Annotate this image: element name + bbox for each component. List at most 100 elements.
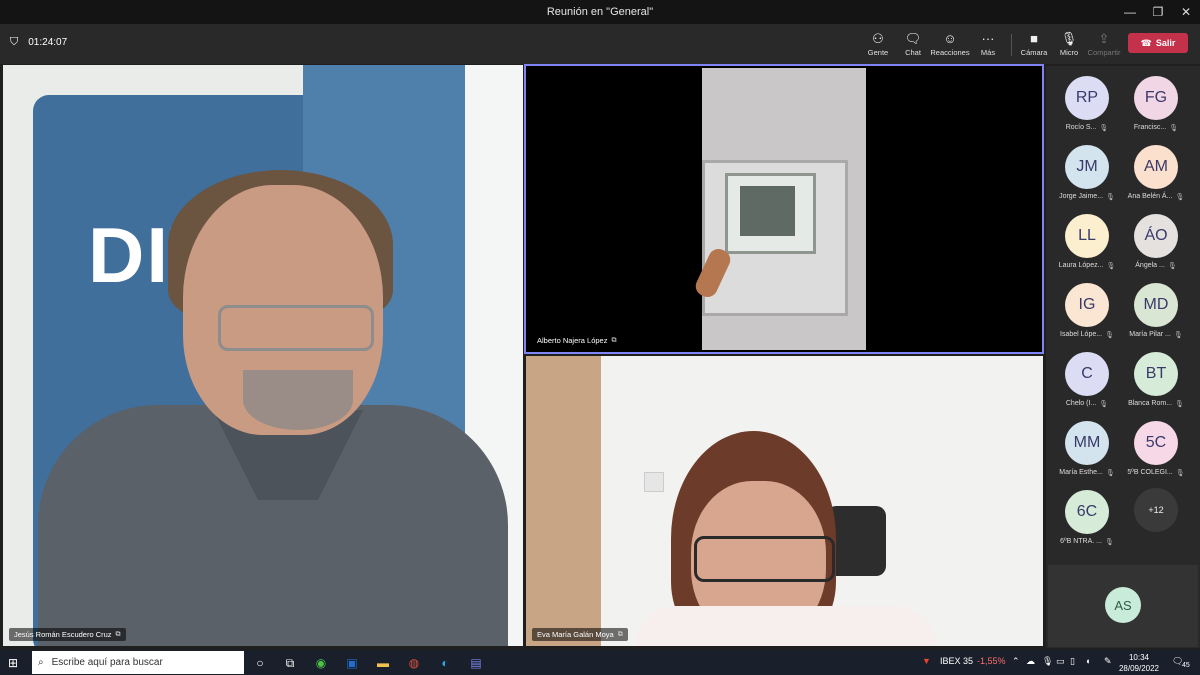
participant-avatar: RP: [1065, 76, 1109, 120]
participant-item[interactable]: C Chelo (I... 🎙: [1054, 352, 1120, 408]
more-button[interactable]: ··· Más: [968, 30, 1008, 57]
camera-tray-icon[interactable]: ▭: [1056, 656, 1065, 667]
participant-name: Francisc... 🎙: [1123, 124, 1189, 132]
participant-avatar: 6C: [1065, 490, 1109, 534]
shield-icon: ⛉: [10, 36, 19, 48]
participant-name-text: Isabel Lópe...: [1060, 331, 1103, 338]
mic-off-icon: 🎙: [1175, 194, 1185, 201]
more-participants-button[interactable]: +12: [1123, 488, 1189, 532]
teams-icon[interactable]: ▤: [468, 655, 484, 671]
pen-icon[interactable]: ✎: [1104, 656, 1112, 667]
taskbar-clock[interactable]: 10:34 28/09/2022: [1117, 652, 1161, 674]
edge-icon[interactable]: ◐: [437, 655, 453, 671]
chat-icon: 🗨: [904, 31, 922, 46]
mic-icon[interactable]: 🎙: [1042, 656, 1053, 667]
whatsapp-icon[interactable]: ◉: [313, 655, 329, 671]
participant-name: 5ºB COLEGI... 🎙: [1123, 469, 1189, 477]
title-bar: Reunión en "General" — ❐ ✕: [0, 0, 1200, 24]
participant-avatar: AM: [1134, 145, 1178, 189]
participant-item[interactable]: 6C 6ºB NTRA. ... 🎙: [1054, 490, 1120, 546]
participant-avatar: FG: [1134, 76, 1178, 120]
leave-button[interactable]: ☎ Salir: [1128, 33, 1188, 53]
mic-off-icon: 🎙: [1099, 401, 1109, 408]
mic-off-icon: 🎙: [1105, 332, 1114, 339]
participant-item[interactable]: FG Francisc... 🎙: [1123, 76, 1189, 132]
video-tile-active-speaker[interactable]: Alberto Najera López ⧉: [524, 64, 1044, 354]
chevron-up-icon[interactable]: ⌃: [1012, 656, 1020, 667]
participant-avatar: IG: [1065, 283, 1109, 327]
participant-item[interactable]: IG Isabel Lópe... 🎙: [1054, 283, 1120, 339]
camera-button[interactable]: ■ Cámara: [1014, 30, 1054, 57]
notification-count: 45: [1182, 662, 1190, 669]
close-icon[interactable]: ✕: [1172, 0, 1200, 24]
search-icon: ⌕: [38, 657, 44, 668]
participant-item[interactable]: RP Rocío S... 🎙: [1054, 76, 1120, 132]
participant-item[interactable]: AM Ana Belén Á... 🎙: [1123, 145, 1189, 201]
participant-item[interactable]: MM María Esthe... 🎙: [1054, 421, 1120, 477]
reactions-button[interactable]: ☺ Reacciones: [930, 30, 970, 57]
chat-button[interactable]: 🗨 Chat: [893, 30, 933, 57]
participant-name: María Esthe... 🎙: [1054, 469, 1120, 477]
mic-off-icon: 🎙: [1104, 539, 1114, 546]
participant-name-text: Blanca Rom...: [1128, 400, 1173, 407]
outlook-icon[interactable]: ▣: [344, 655, 360, 671]
participant-name-label: Eva María Galán Moya ⧉: [532, 628, 628, 641]
restore-icon[interactable]: ❐: [1144, 0, 1172, 24]
window-inner: [740, 186, 795, 236]
mic-off-icon: 🎙: [1175, 401, 1184, 408]
volume-icon[interactable]: ◖: [1085, 656, 1090, 666]
participant-name-label: Alberto Najera López ⧉: [532, 334, 622, 347]
participant-avatar: MD: [1134, 283, 1178, 327]
participant-avatar: 5C: [1134, 421, 1178, 465]
mic-off-icon: 🎙: [1099, 125, 1109, 132]
task-view-icon[interactable]: ⧉: [282, 655, 298, 671]
person-glasses: [694, 536, 835, 582]
taskbar-search-input[interactable]: ⌕ Escribe aquí para buscar: [32, 651, 244, 674]
pin-icon: ⧉: [611, 336, 617, 344]
stock-name[interactable]: IBEX 35: [940, 656, 973, 666]
participant-name: Ana Belén Á... 🎙: [1123, 193, 1189, 201]
windows-start-icon[interactable]: ⊞: [8, 656, 18, 670]
participant-name-text: 5ºB COLEGI...: [1127, 469, 1173, 476]
pin-icon: ⧉: [115, 630, 121, 638]
participant-name-text: Ana Belén Á...: [1127, 193, 1173, 200]
meeting-toolbar: ⛉ 01:24:07 ⚇ Gente 🗨 Chat ☺ Reacciones ·…: [0, 24, 1200, 64]
self-avatar: AS: [1105, 587, 1141, 623]
mic-off-icon: 🎙: [1169, 125, 1179, 132]
window-controls: — ❐ ✕: [1116, 0, 1200, 24]
window-glass: [725, 173, 816, 254]
participant-name: María Pilar ... 🎙: [1123, 331, 1189, 339]
participant-name-text: María Esthe...: [1059, 469, 1103, 476]
network-icon[interactable]: ▯: [1070, 656, 1075, 667]
participant-item[interactable]: BT Blanca Rom... 🎙: [1123, 352, 1189, 408]
participant-item[interactable]: ÁO Ángela ... 🎙: [1123, 214, 1189, 270]
person-beard: [243, 370, 353, 430]
participant-avatar: JM: [1065, 145, 1109, 189]
participant-name-label: Jesús Román Escudero Cruz ⧉: [9, 628, 126, 641]
self-video-tile[interactable]: AS: [1048, 565, 1198, 647]
chrome-icon[interactable]: ◍: [406, 655, 422, 671]
participant-name: Isabel Lópe... 🎙: [1054, 331, 1120, 339]
people-button[interactable]: ⚇ Gente: [858, 30, 898, 57]
participant-name-text: Jorge Jaime...: [1059, 193, 1104, 200]
participant-item[interactable]: LL Laura López... 🎙: [1054, 214, 1120, 270]
file-explorer-icon[interactable]: ▬: [375, 655, 391, 671]
cortana-icon[interactable]: ○: [252, 655, 268, 671]
participant-name: Ángela ... 🎙: [1123, 262, 1189, 270]
participant-item[interactable]: 5C 5ºB COLEGI... 🎙: [1123, 421, 1189, 477]
participant-name: Blanca Rom... 🎙: [1123, 400, 1189, 408]
mic-off-icon: 🎙: [1106, 263, 1116, 270]
mic-off-icon: 🎙: [1175, 470, 1185, 477]
participant-name-text: Chelo (I...: [1065, 400, 1097, 407]
video-tile-main[interactable]: DIV A Jesús Román Escudero Cruz ⧉: [3, 65, 523, 646]
participant-item[interactable]: JM Jorge Jaime... 🎙: [1054, 145, 1120, 201]
onedrive-icon[interactable]: ☁: [1026, 656, 1035, 667]
participant-name: Laura López... 🎙: [1054, 262, 1120, 270]
mic-button[interactable]: 🎙 Micro: [1049, 30, 1089, 57]
participant-item[interactable]: MD María Pilar ... 🎙: [1123, 283, 1189, 339]
stock-change: -1,55%: [977, 656, 1006, 666]
mic-off-icon: 🎙: [1106, 194, 1115, 201]
video-tile-secondary[interactable]: Eva María Galán Moya ⧉: [526, 356, 1043, 646]
minimize-icon[interactable]: —: [1116, 0, 1144, 24]
share-button[interactable]: ⇪ Compartir: [1084, 30, 1124, 57]
